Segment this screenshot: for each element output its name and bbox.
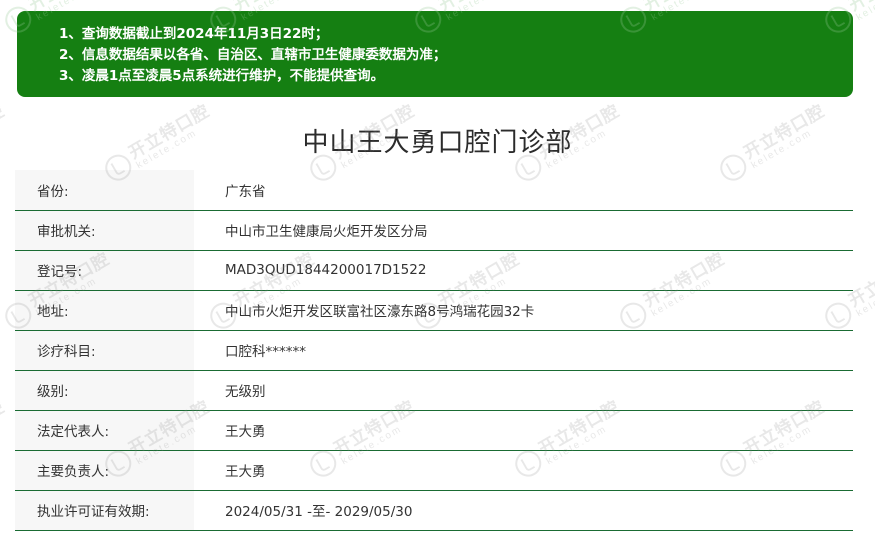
row-value-principal: 王大勇 [194, 450, 853, 491]
row-label-license-validity: 执业许可证有效期: [15, 490, 194, 531]
row-label-legal-representative: 法定代表人: [15, 410, 194, 451]
table-row: 执业许可证有效期: 2024/05/31 -至- 2029/05/30 [15, 490, 853, 531]
watermark-item: 开立特口腔kelete.com [0, 397, 13, 483]
notice-banner: 1、查询数据截止到2024年11月3日22时； 2、信息数据结果以各省、自治区、… [17, 11, 853, 97]
page-title: 中山王大勇口腔门诊部 [302, 128, 573, 158]
clinic-info-table: 省份: 广东省 审批机关: 中山市卫生健康局火炬开发区分局 登记号: MAD3Q… [15, 170, 853, 531]
row-label-principal: 主要负责人: [15, 450, 194, 491]
row-value-address: 中山市火炬开发区联富社区濠东路8号鸿瑞花园32卡 [194, 290, 853, 331]
row-label-grade: 级别: [15, 370, 194, 411]
clinic-info-table-body: 省份: 广东省 审批机关: 中山市卫生健康局火炬开发区分局 登记号: MAD3Q… [15, 170, 853, 531]
table-row: 法定代表人: 王大勇 [15, 410, 853, 451]
watermark-brand: 开立特口腔 [0, 397, 8, 459]
table-row: 主要负责人: 王大勇 [15, 450, 853, 491]
table-row: 省份: 广东省 [15, 170, 853, 211]
watermark-text: 开立特口腔kelete.com [0, 397, 13, 468]
watermark-domain: kelete.com [854, 275, 875, 320]
table-row: 诊疗科目: 口腔科****** [15, 330, 853, 371]
row-value-license-validity: 2024/05/31 -至- 2029/05/30 [194, 490, 853, 531]
notice-line-3: 3、凌晨1点至凌晨5点系统进行维护，不能提供查询。 [59, 68, 385, 84]
row-value-departments: 口腔科****** [194, 330, 853, 371]
table-row: 登记号: MAD3QUD1844200017D1522 [15, 250, 853, 291]
watermark-domain: kelete.com [854, 0, 875, 24]
row-value-approval-authority: 中山市卫生健康局火炬开发区分局 [194, 210, 853, 251]
row-value-province: 广东省 [194, 170, 853, 211]
notice-line-2: 2、信息数据结果以各省、自治区、直辖市卫生健康委数据为准； [59, 47, 447, 63]
row-label-registration-number: 登记号: [15, 250, 194, 291]
row-label-approval-authority: 审批机关: [15, 210, 194, 251]
row-value-grade: 无级别 [194, 370, 853, 411]
watermark-domain: kelete.com [0, 413, 13, 467]
table-row: 审批机关: 中山市卫生健康局火炬开发区分局 [15, 210, 853, 251]
row-value-registration-number: MAD3QUD1844200017D1522 [194, 250, 853, 291]
row-value-legal-representative: 王大勇 [194, 410, 853, 451]
notice-line-1: 1、查询数据截止到2024年11月3日22时； [59, 26, 329, 42]
row-label-province: 省份: [15, 170, 194, 211]
row-label-address: 地址: [15, 290, 194, 331]
table-row: 级别: 无级别 [15, 370, 853, 411]
table-row: 地址: 中山市火炬开发区联富社区濠东路8号鸿瑞花园32卡 [15, 290, 853, 331]
page-root: 1、查询数据截止到2024年11月3日22时； 2、信息数据结果以各省、自治区、… [0, 0, 875, 545]
notice-list: 1、查询数据截止到2024年11月3日22时； 2、信息数据结果以各省、自治区、… [17, 11, 853, 87]
row-label-departments: 诊疗科目: [15, 330, 194, 371]
